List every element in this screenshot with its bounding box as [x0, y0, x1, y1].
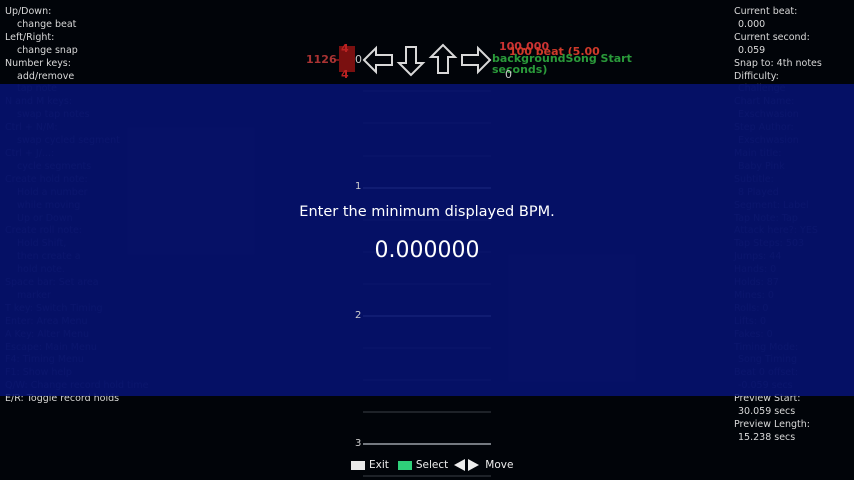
- stop-segment-label: backgroundSong Start seconds): [492, 52, 632, 76]
- beat-label-1: 1: [355, 181, 362, 192]
- snap-indicator-top: 4: [341, 42, 349, 55]
- left-arrow-icon: [362, 45, 393, 75]
- right-arrow-icon: [461, 45, 492, 75]
- info-line: 30.059 secs: [738, 406, 796, 418]
- row-number: 1126: [306, 53, 337, 66]
- help-line: Left/Right:: [5, 31, 55, 43]
- move-left-icon: [454, 459, 466, 471]
- info-line: 0.000: [738, 18, 766, 30]
- info-line: Difficulty:: [734, 70, 779, 82]
- info-line: Snap to: 4th notes: [734, 57, 822, 69]
- bpm-value-input[interactable]: 0.000000: [0, 238, 854, 263]
- help-line: change beat: [17, 18, 77, 30]
- help-line: change snap: [17, 44, 78, 56]
- help-line: Up/Down:: [5, 6, 52, 17]
- beat-label-3: 3: [355, 438, 362, 449]
- exit-key-icon: [351, 460, 365, 470]
- beat-label-2: 2: [355, 310, 362, 321]
- up-arrow-icon: [428, 43, 458, 74]
- move-label[interactable]: Move: [485, 459, 513, 471]
- select-label[interactable]: Select: [416, 459, 448, 471]
- right-zero-label: 0: [505, 68, 512, 81]
- down-arrow-icon: [396, 46, 426, 77]
- info-line: Current second:: [734, 31, 810, 43]
- help-line: Number keys:: [5, 57, 71, 69]
- info-line: 0.059: [738, 44, 766, 56]
- beat-zero-label: 0: [355, 53, 362, 66]
- snap-indicator-bottom: 4: [341, 68, 349, 81]
- dialog-prompt: Enter the minimum displayed BPM.: [299, 204, 555, 220]
- exit-label[interactable]: Exit: [369, 459, 389, 471]
- info-line: Preview Length:: [734, 419, 810, 430]
- help-line: add/remove: [17, 70, 75, 82]
- footer-controls: Exit Select Move: [351, 458, 513, 472]
- info-line: 15.238 secs: [738, 431, 796, 443]
- info-line: Current beat:: [734, 6, 798, 17]
- select-key-icon: [397, 460, 412, 470]
- move-right-icon: [468, 459, 480, 471]
